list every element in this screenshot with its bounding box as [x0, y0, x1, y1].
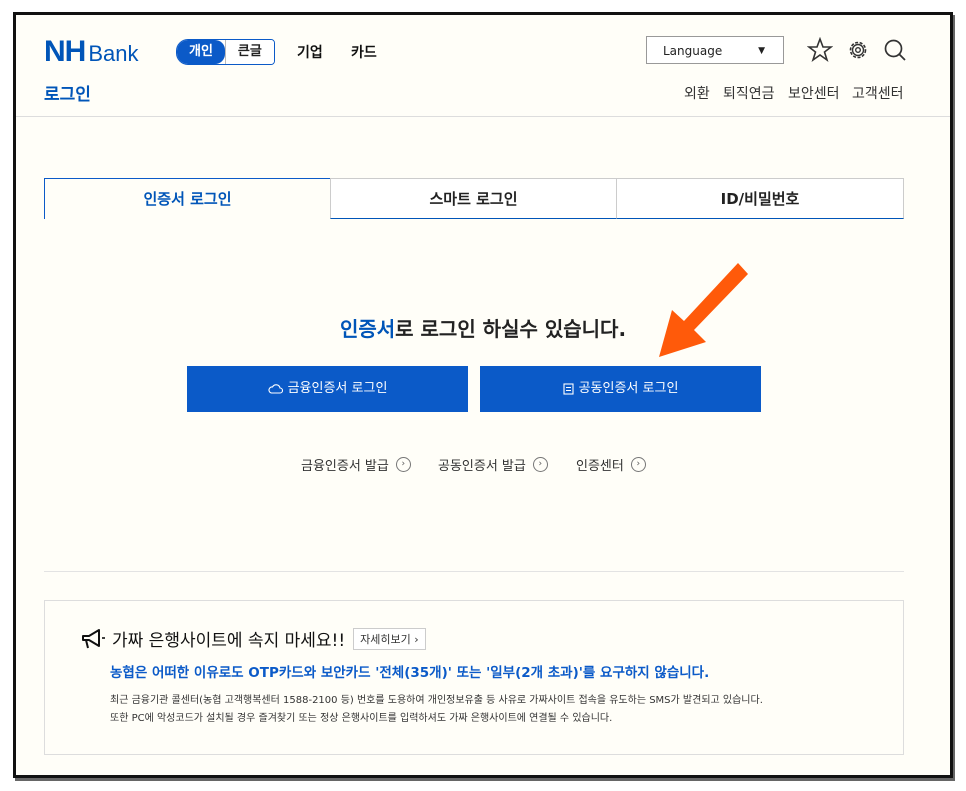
login-headline: 인증서로 로그인 하실수 있습니다. [16, 313, 950, 342]
header-divider [16, 116, 950, 117]
util-pension[interactable]: 퇴직연금 [723, 83, 775, 103]
chevron-right-circle-icon: › [532, 457, 548, 472]
annotation-arrow-icon [659, 263, 748, 357]
notice-warning: 농협은 어떠한 이유로도 OTP카드와 보안카드 '전체(35개)' 또는 '일… [110, 665, 710, 681]
personal-tab[interactable]: 개인 [177, 40, 225, 64]
logo-bank: Bank [88, 41, 139, 66]
util-forex[interactable]: 외환 [684, 83, 710, 103]
personal-largetext-toggle: 개인 큰글 [176, 39, 275, 65]
tab-id-password[interactable]: ID/비밀번호 [616, 178, 904, 219]
link-cert-center[interactable]: 인증센터 › [576, 455, 646, 474]
link-joint-cert-issue[interactable]: 공동인증서 발급 › [438, 455, 548, 474]
star-icon[interactable] [807, 37, 833, 63]
browser-page: NH Bank 개인 큰글 기업 카드 Language ▼ 로그인 외환 퇴직연… [13, 12, 953, 778]
link-label: 인증센터 [576, 459, 624, 474]
notice-more-label: 자세히보기 [360, 632, 411, 646]
nav-card[interactable]: 카드 [351, 42, 377, 62]
tab-smart-login[interactable]: 스마트 로그인 [330, 178, 617, 219]
joint-cert-login-button[interactable]: 공동인증서 로그인 [480, 366, 761, 412]
gear-icon[interactable] [845, 37, 871, 63]
financial-cert-login-button[interactable]: 금융인증서 로그인 [187, 366, 468, 412]
notice-line-1: 최근 금융기관 콜센터(농협 고객행복센터 1588-2100 등) 번호를 도… [110, 695, 763, 706]
util-security-center[interactable]: 보안센터 [788, 83, 840, 103]
chevron-right-circle-icon: › [630, 457, 646, 472]
notice-more-button[interactable]: 자세히보기 › [353, 627, 426, 650]
cloud-icon [268, 384, 283, 394]
phishing-notice: 가짜 은행사이트에 속지 마세요!! 자세히보기 › 농협은 어떠한 이유로도 … [44, 600, 904, 755]
large-text-tab[interactable]: 큰글 [224, 40, 274, 64]
search-icon[interactable] [882, 37, 908, 63]
financial-cert-login-label: 금융인증서 로그인 [287, 381, 388, 396]
page-title: 로그인 [44, 85, 91, 105]
language-select[interactable]: Language ▼ [646, 36, 784, 64]
joint-cert-login-label: 공동인증서 로그인 [578, 381, 679, 396]
language-label: Language [663, 44, 723, 58]
notice-line-2: 또한 PC에 악성코드가 설치될 경우 즐겨찾기 또는 정상 은행사이트를 입력… [110, 713, 613, 724]
logo-nh: NH [44, 35, 86, 68]
megaphone-icon [82, 628, 105, 648]
chevron-right-circle-icon: › [395, 457, 411, 472]
caret-down-icon: ▼ [758, 46, 765, 56]
notice-title: 가짜 은행사이트에 속지 마세요!! [112, 631, 346, 651]
nav-corporate[interactable]: 기업 [297, 42, 323, 62]
headline-text: 로 로그인 하실수 있습니다. [395, 317, 627, 341]
link-financial-cert-issue[interactable]: 금융인증서 발급 › [301, 455, 411, 474]
util-customer-center[interactable]: 고객센터 [852, 83, 904, 103]
nh-bank-logo[interactable]: NH Bank [44, 35, 139, 69]
document-icon [563, 382, 574, 395]
link-label: 공동인증서 발급 [438, 459, 526, 474]
link-label: 금융인증서 발급 [301, 459, 389, 474]
tab-certificate-login[interactable]: 인증서 로그인 [44, 178, 331, 219]
headline-highlight: 인증서 [339, 317, 396, 341]
section-divider [44, 571, 904, 572]
notice-title-row: 가짜 은행사이트에 속지 마세요!! 자세히보기 › [80, 626, 426, 651]
